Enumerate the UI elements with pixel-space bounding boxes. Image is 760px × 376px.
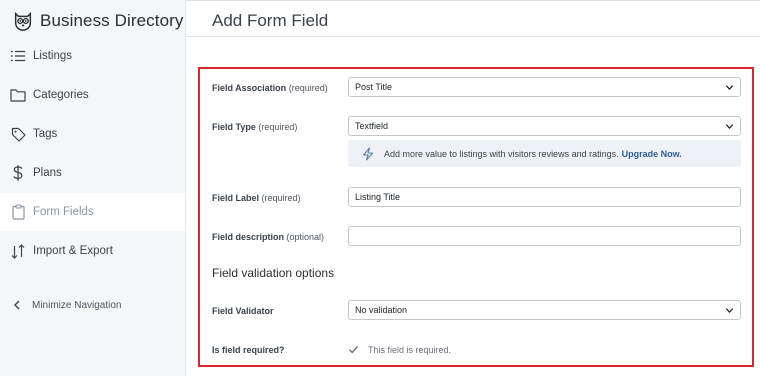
field-description-label: Field description (optional) [212,232,325,242]
brand[interactable]: Business Directory [12,8,184,34]
required-checkbox[interactable] [348,344,359,355]
upgrade-notice: Add more value to listings with visitors… [348,140,741,167]
chevron-down-icon [725,308,734,314]
tag-icon [10,126,26,142]
field-label-label: Field Label (required) [212,193,301,203]
lightning-icon [362,146,374,161]
owl-logo-icon [14,11,32,31]
sidebar-item-form-fields[interactable]: Form Fields [0,193,185,231]
sidebar-item-tags[interactable]: Tags [0,115,185,153]
required-checkbox-row: This field is required. [348,344,451,355]
required-checkbox-label: This field is required. [368,344,452,355]
list-icon [10,48,26,64]
top-border [186,0,760,1]
sidebar-item-label: Import & Export [33,245,113,257]
check-icon [349,346,359,354]
chevron-down-icon [725,85,734,91]
sidebar-item-label: Listings [33,50,72,62]
is-required-label: Is field required? [212,345,285,355]
highlight-box [198,67,754,367]
field-validator-label: Field Validator [212,306,274,316]
field-description-input[interactable] [348,226,741,246]
sidebar-item-plans[interactable]: Plans [0,154,185,192]
sidebar-item-label: Plans [33,167,62,179]
notice-text: Add more value to listings with visitors… [384,148,619,159]
field-type-label: Field Type (required) [212,122,298,132]
sidebar-item-label: Categories [33,89,89,101]
header-divider [186,36,760,37]
sidebar-item-categories[interactable]: Categories [0,76,185,114]
page-title: Add Form Field [212,11,329,30]
folder-icon [10,87,26,103]
sidebar-item-label: Form Fields [33,206,94,218]
field-label-input[interactable]: Listing Title [348,187,741,207]
sidebar-item-import-export[interactable]: Import & Export [0,232,185,270]
validation-section-title: Field validation options [212,266,335,280]
clipboard-icon [10,204,26,220]
chevron-left-icon [10,298,24,312]
arrows-updown-icon [10,243,26,259]
sidebar: Business Directory Listings Categories T… [0,0,186,376]
field-association-label: Field Association (required) [212,83,328,93]
sidebar-item-listings[interactable]: Listings [0,37,185,75]
upgrade-now-link[interactable]: Upgrade Now. [622,149,682,159]
minimize-navigation-label: Minimize Navigation [32,299,122,311]
sidebar-item-label: Tags [33,128,58,140]
minimize-navigation-button[interactable]: Minimize Navigation [10,296,121,314]
field-validator-select[interactable]: No validation [348,300,741,320]
field-type-select[interactable]: Textfield [348,116,741,136]
dollar-icon [10,165,26,181]
field-association-select[interactable]: Post Title [348,77,741,97]
chevron-down-icon [725,124,734,130]
app-title: Business Directory [40,11,184,30]
